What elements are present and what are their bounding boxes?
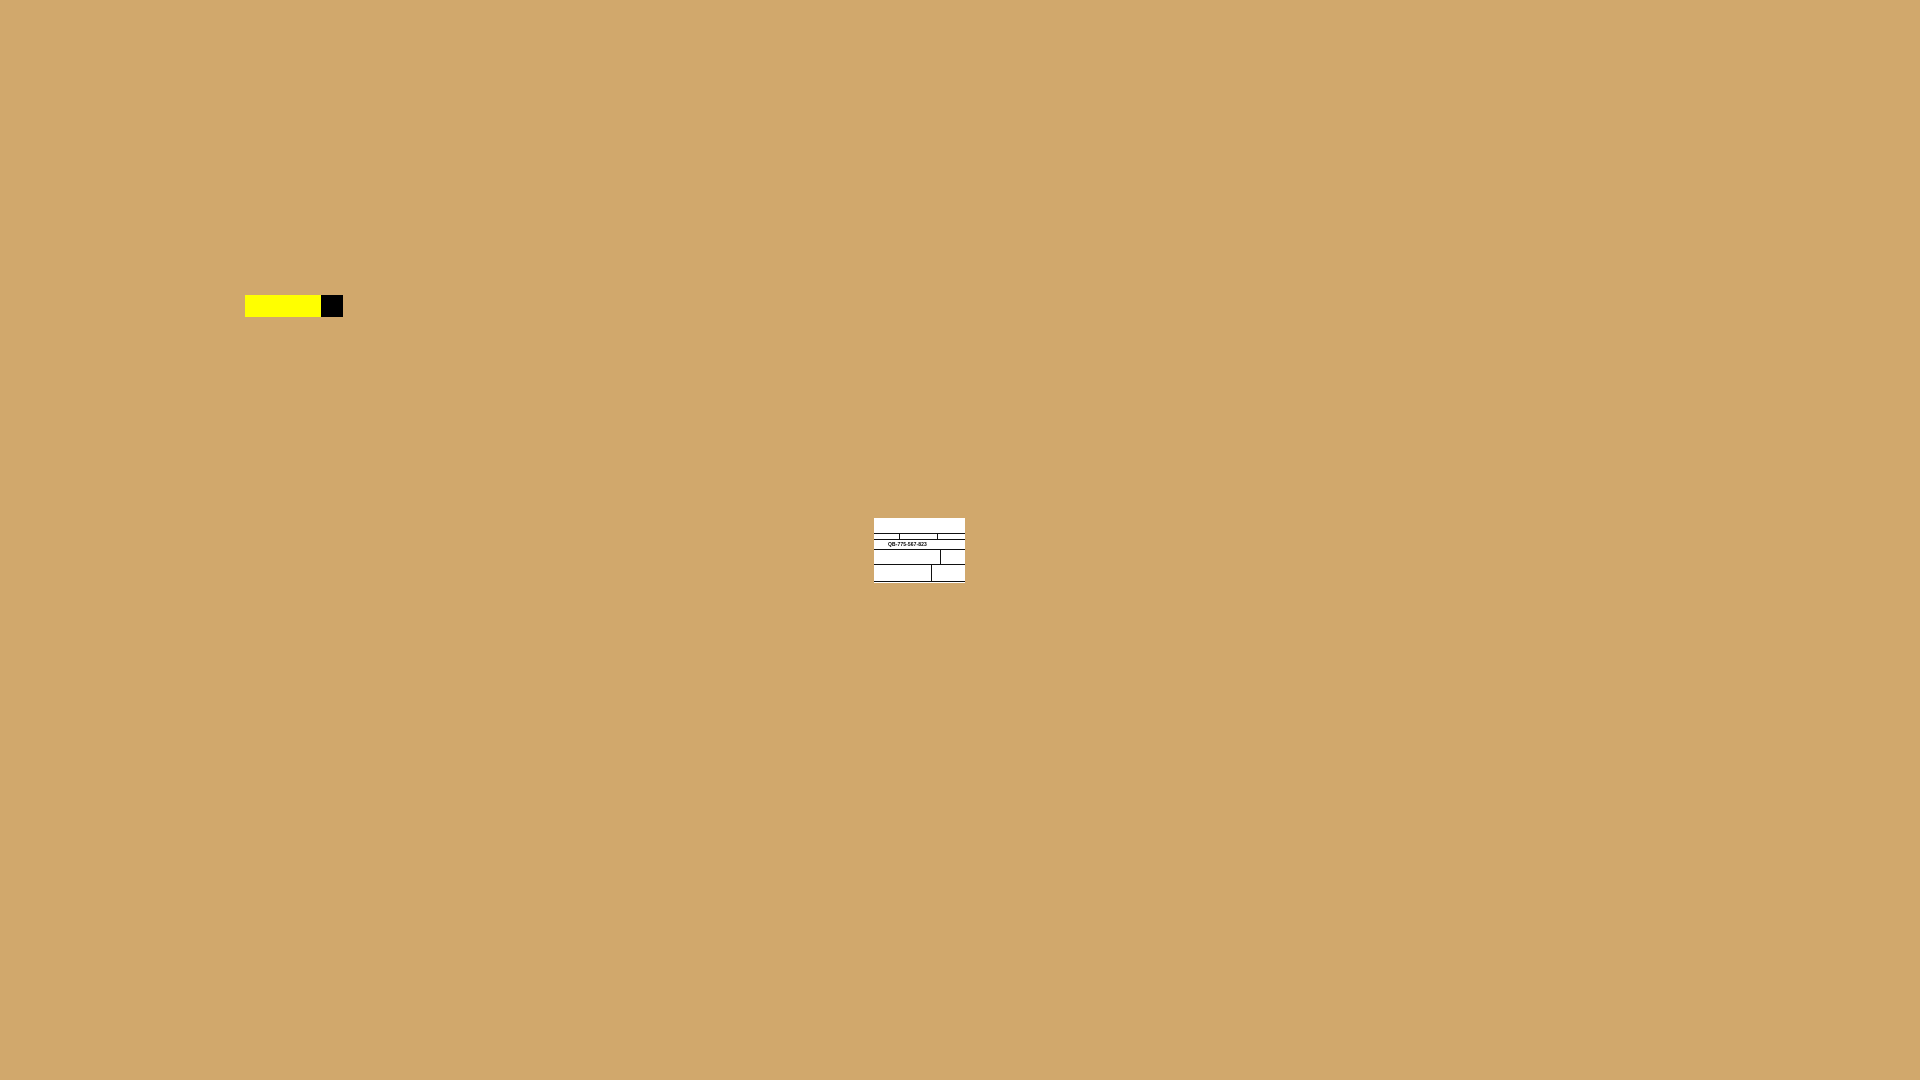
card-rule-4	[874, 564, 965, 565]
label-card[interactable]: QB-775-567-823	[874, 518, 965, 583]
card-rule-2	[874, 539, 965, 540]
status-indicator-bar	[245, 295, 343, 317]
card-rule-1	[874, 533, 965, 534]
indicator-yellow-segment	[245, 295, 321, 317]
card-divider-3	[940, 549, 941, 564]
card-code-text: QB-775-567-823	[888, 542, 927, 548]
game-scene: QB-775-567-823	[0, 0, 1920, 1080]
indicator-black-segment	[321, 295, 343, 317]
card-divider-4	[931, 564, 932, 581]
card-rule-3	[874, 549, 965, 550]
card-rule-5	[874, 581, 965, 582]
